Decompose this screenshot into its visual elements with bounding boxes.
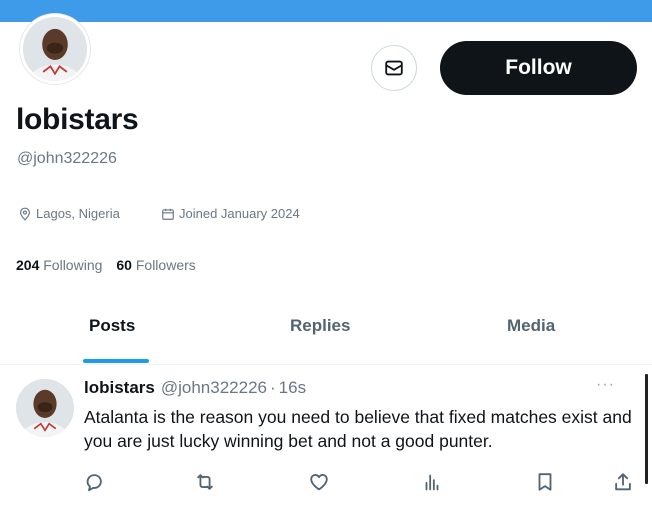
mail-icon bbox=[385, 60, 403, 76]
tab-media[interactable]: Media bbox=[507, 316, 555, 336]
post-author-name[interactable]: lobistars bbox=[84, 378, 155, 398]
following-count: 204 bbox=[16, 257, 40, 273]
bookmark-icon bbox=[538, 473, 552, 491]
like-button[interactable] bbox=[307, 470, 331, 494]
post-text: Atalanta is the reason you need to belie… bbox=[84, 407, 632, 451]
followers-count: 60 bbox=[116, 257, 132, 273]
profile-handle: @john322226 bbox=[17, 150, 117, 167]
repost-button[interactable] bbox=[193, 470, 217, 494]
profile-avatar[interactable] bbox=[20, 14, 90, 84]
post-separator: · bbox=[270, 378, 276, 397]
post-author-handle[interactable]: @john322226 bbox=[161, 378, 267, 398]
reply-icon bbox=[86, 474, 102, 492]
profile-location: Lagos, Nigeria bbox=[18, 206, 120, 221]
active-tab-indicator bbox=[83, 359, 149, 363]
post-more-icon[interactable]: ··· bbox=[596, 376, 615, 394]
share-button[interactable] bbox=[611, 470, 635, 494]
bookmark-button[interactable] bbox=[533, 470, 557, 494]
post-header: lobistars @john322226 · 16s bbox=[84, 378, 306, 398]
views-button[interactable] bbox=[420, 470, 444, 494]
share-icon bbox=[615, 473, 631, 491]
scrollbar[interactable] bbox=[645, 374, 648, 484]
post-timestamp[interactable]: 16s bbox=[279, 378, 306, 398]
joined-text: Joined January 2024 bbox=[179, 206, 300, 221]
avatar-photo bbox=[23, 17, 87, 81]
views-icon bbox=[425, 474, 439, 491]
message-button[interactable] bbox=[371, 45, 417, 91]
profile-join-date: Joined January 2024 bbox=[161, 206, 300, 221]
like-icon bbox=[310, 474, 328, 491]
repost-icon bbox=[197, 474, 213, 490]
reply-button[interactable] bbox=[82, 470, 106, 494]
tab-divider bbox=[0, 364, 652, 365]
following-label: Following bbox=[43, 257, 103, 273]
avatar-photo bbox=[16, 379, 74, 437]
followers-label: Followers bbox=[135, 257, 196, 273]
profile-banner bbox=[0, 0, 652, 22]
tab-replies[interactable]: Replies bbox=[290, 316, 350, 336]
follow-button[interactable]: Follow bbox=[440, 41, 637, 95]
location-pin-icon bbox=[20, 207, 30, 221]
location-text: Lagos, Nigeria bbox=[36, 206, 120, 221]
followers-link[interactable]: 60 Followers bbox=[116, 257, 195, 273]
follow-stats: 204 Following 60 Followers bbox=[16, 257, 196, 273]
profile-display-name: lobistars bbox=[16, 103, 139, 136]
calendar-icon bbox=[162, 208, 174, 220]
tab-posts[interactable]: Posts bbox=[89, 316, 135, 336]
following-link[interactable]: 204 Following bbox=[16, 257, 102, 273]
post-avatar[interactable] bbox=[16, 379, 74, 437]
